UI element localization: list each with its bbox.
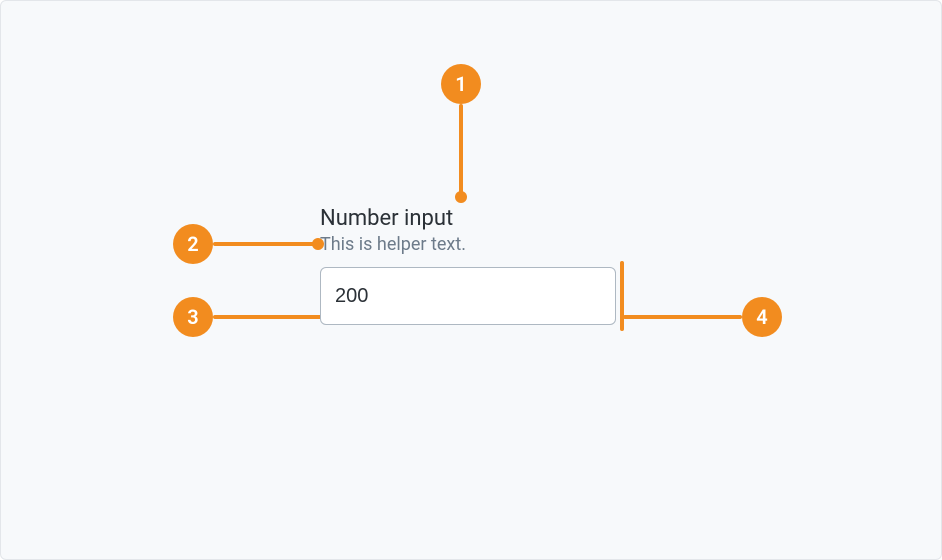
annotation-badge-2: 2 [173, 224, 213, 264]
number-input: Number input This is helper text. [320, 206, 620, 325]
annotation-badge-2-text: 2 [187, 232, 198, 256]
number-input-helper: This is helper text. [320, 234, 620, 255]
annotation-line-3 [213, 315, 330, 319]
annotation-badge-3: 3 [173, 297, 213, 337]
anatomy-frame: 1 2 3 4 Number input This is helper text… [0, 0, 942, 560]
annotation-dot-1 [455, 191, 467, 203]
annotation-badge-4-text: 4 [756, 305, 767, 329]
annotation-line-2 [213, 242, 315, 246]
number-input-field-wrap [320, 267, 620, 325]
annotation-badge-4: 4 [742, 297, 782, 337]
annotation-line-1 [459, 104, 463, 194]
number-input-label: Number input [320, 206, 620, 232]
annotation-line-4 [623, 315, 742, 319]
annotation-badge-1-text: 1 [455, 72, 466, 96]
text-cursor-icon [620, 261, 624, 331]
annotation-badge-1: 1 [441, 64, 481, 104]
number-input-field[interactable] [320, 267, 616, 325]
annotation-badge-3-text: 3 [187, 305, 198, 329]
